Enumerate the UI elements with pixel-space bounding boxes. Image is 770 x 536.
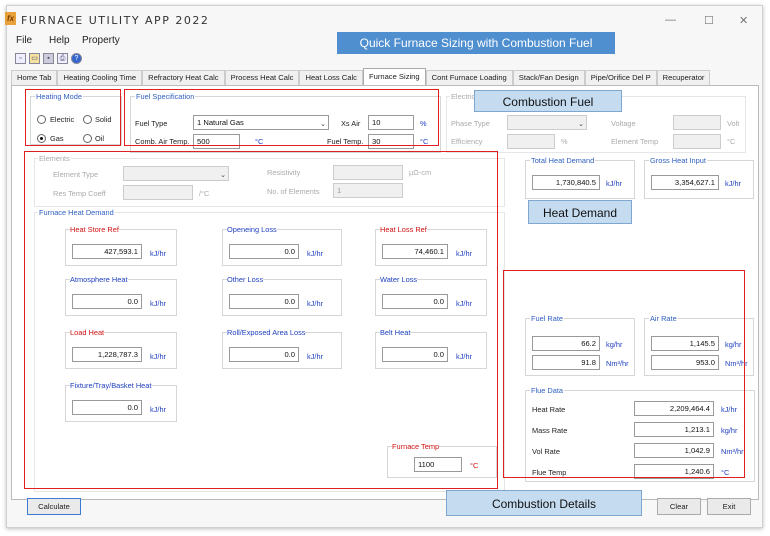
toolbar: ▫ ▭ ▪ ⎙ ? — [15, 53, 82, 64]
voltage-label: Voltage — [611, 119, 636, 128]
clear-button[interactable]: Clear — [657, 498, 701, 515]
chevron-down-icon: ⌄ — [578, 121, 584, 128]
callout-combustion-fuel: Combustion Fuel — [474, 90, 622, 112]
tab-furnace-sizing[interactable]: Furnace Sizing — [362, 68, 426, 85]
gross-heat-label: Gross Heat Input — [649, 156, 707, 165]
tab-process-heat[interactable]: Process Heat Calc — [224, 70, 300, 85]
save-icon[interactable]: ▪ — [43, 53, 54, 64]
efficiency-input — [507, 134, 555, 149]
efficiency-label: Efficiency — [451, 137, 483, 146]
help-icon[interactable]: ? — [71, 53, 82, 64]
menu-help[interactable]: Help — [49, 35, 70, 46]
total-heat-group: Total Heat Demand 1,730,840.5 kJ/hr — [525, 156, 635, 199]
callout-combustion-details: Combustion Details — [446, 490, 642, 516]
tab-home[interactable]: Home Tab — [11, 70, 58, 85]
heating-mode-highlight — [25, 89, 121, 146]
open-folder-icon[interactable]: ▭ — [29, 53, 40, 64]
element-temp-unit: °C — [727, 137, 736, 146]
gross-heat-value: 3,354,627.1 — [651, 175, 719, 190]
gross-heat-unit: kJ/hr — [725, 179, 742, 188]
tab-strip: Home Tab Heating Cooling Time Refractory… — [11, 68, 711, 85]
title-banner: Quick Furnace Sizing with Combustion Fue… — [337, 32, 615, 54]
tab-heating-cooling[interactable]: Heating Cooling Time — [57, 70, 143, 85]
tab-pipe-orifice[interactable]: Pipe/Orifice Del P — [584, 70, 657, 85]
element-temp-input — [673, 134, 721, 149]
tab-heat-loss[interactable]: Heat Loss Calc — [299, 70, 363, 85]
combustion-details-highlight — [503, 270, 745, 478]
total-heat-unit: kJ/hr — [606, 179, 623, 188]
minimize-button[interactable]: — — [665, 14, 676, 26]
maximize-button[interactable]: ☐ — [704, 14, 714, 27]
element-temp-label: Element Temp — [611, 137, 659, 146]
tab-stack-fan[interactable]: Stack/Fan Design — [512, 70, 585, 85]
menu-property[interactable]: Property — [82, 35, 120, 46]
voltage-input — [673, 115, 721, 130]
print-icon[interactable]: ⎙ — [57, 53, 68, 64]
voltage-unit: Volt — [727, 119, 740, 128]
new-file-icon[interactable]: ▫ — [15, 53, 26, 64]
tab-cont-furnace[interactable]: Cont Furnace Loading — [425, 70, 513, 85]
efficiency-unit: % — [561, 137, 568, 146]
calculate-button[interactable]: Calculate — [27, 498, 81, 515]
close-button[interactable]: ✕ — [739, 14, 748, 27]
total-heat-value: 1,730,840.5 — [532, 175, 600, 190]
callout-heat-demand: Heat Demand — [528, 200, 632, 224]
window-title: FURNACE UTILITY APP 2022 — [21, 14, 210, 27]
menu-file[interactable]: File — [16, 35, 32, 46]
heat-demand-highlight — [24, 151, 498, 489]
phase-type-label: Phase Type — [451, 119, 490, 128]
tab-refractory[interactable]: Refractory Heat Calc — [142, 70, 225, 85]
fuel-spec-highlight — [124, 89, 439, 146]
exit-button[interactable]: Exit — [707, 498, 751, 515]
gross-heat-group: Gross Heat Input 3,354,627.1 kJ/hr — [644, 156, 754, 199]
phase-type-select: ⌄ — [507, 115, 587, 130]
tab-recuperator[interactable]: Recuperator — [656, 70, 711, 85]
total-heat-label: Total Heat Demand — [530, 156, 596, 165]
app-logo-icon: fx — [5, 12, 16, 25]
